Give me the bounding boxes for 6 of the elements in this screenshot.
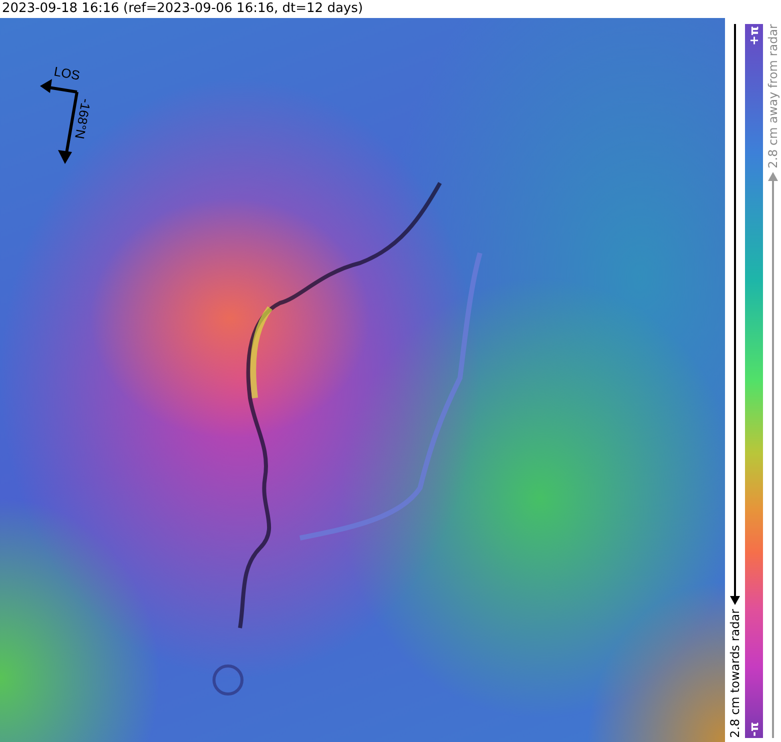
figure-title: 2023-09-18 16:16 (ref=2023-09-06 16:16, dt=12 days)	[1, 0, 364, 18]
los-arrow-drawing: LOS -168°N	[32, 58, 112, 168]
min-label: -π	[747, 720, 761, 738]
max-label: +π	[747, 25, 761, 48]
towards-radar-label: 2.8 cm towards radar	[728, 609, 742, 738]
away-from-radar-label: 2.8 cm away from radar	[766, 24, 780, 168]
